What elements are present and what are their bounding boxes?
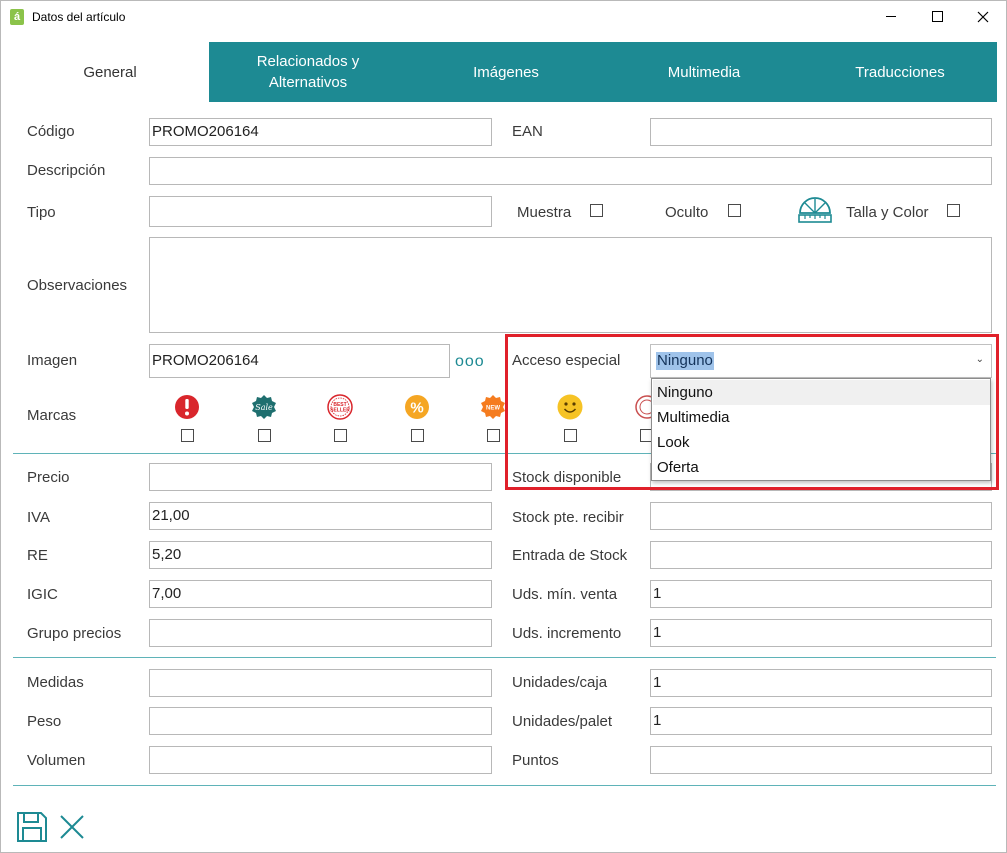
close-icon: [977, 11, 989, 23]
mark-new-checkbox[interactable]: [487, 429, 500, 442]
svg-text:Sale: Sale: [255, 403, 273, 412]
entrada-stock-input[interactable]: [650, 541, 992, 569]
tab-imagenes[interactable]: Imágenes: [407, 42, 605, 102]
oculto-checkbox[interactable]: [728, 204, 741, 217]
entrada-stock-label: Entrada de Stock: [512, 547, 628, 564]
window-title: Datos del artículo: [32, 10, 126, 24]
exclamation-icon: [175, 395, 199, 419]
tab-relacionados[interactable]: Relacionados y Alternativos: [209, 42, 407, 102]
uds-incremento-input[interactable]: 1: [650, 619, 992, 647]
codigo-label: Código: [27, 123, 75, 140]
precio-label: Precio: [27, 469, 70, 486]
puntos-input[interactable]: [650, 746, 992, 774]
descripcion-input[interactable]: [149, 157, 992, 185]
volumen-input[interactable]: [149, 746, 492, 774]
talla-color-label: Talla y Color: [846, 204, 929, 221]
re-input[interactable]: 5,20: [149, 541, 492, 569]
uds-min-venta-input[interactable]: 1: [650, 580, 992, 608]
mark-best-seller-checkbox[interactable]: [334, 429, 347, 442]
re-label: RE: [27, 547, 48, 564]
iva-input[interactable]: 21,00: [149, 502, 492, 530]
unidades-palet-label: Unidades/palet: [512, 713, 613, 730]
sale-badge-icon: Sale: [252, 395, 276, 419]
svg-text:SELLER: SELLER: [330, 408, 350, 414]
ruler-fan-icon: [798, 197, 832, 223]
stock-pte-label: Stock pte. recibir: [512, 509, 624, 526]
stock-pte-input[interactable]: [650, 502, 992, 530]
muestra-label: Muestra: [517, 204, 572, 221]
uds-min-venta-label: Uds. mín. venta: [512, 586, 618, 603]
svg-text:%: %: [410, 400, 423, 417]
observaciones-label: Observaciones: [27, 277, 128, 294]
ean-label: EAN: [512, 123, 543, 140]
puntos-label: Puntos: [512, 752, 559, 769]
precio-input[interactable]: [149, 463, 492, 491]
observaciones-textarea[interactable]: [149, 237, 992, 333]
medidas-input[interactable]: [149, 669, 492, 697]
tipo-label: Tipo: [27, 204, 56, 221]
muestra-checkbox[interactable]: [590, 204, 603, 217]
peso-label: Peso: [27, 713, 62, 730]
volumen-label: Volumen: [27, 752, 86, 769]
save-icon[interactable]: [16, 811, 48, 843]
grupo-precios-input[interactable]: [149, 619, 492, 647]
minimize-button[interactable]: [868, 1, 914, 33]
unidades-caja-label: Unidades/caja: [512, 674, 608, 691]
oculto-label: Oculto: [665, 204, 709, 221]
unidades-palet-input[interactable]: 1: [650, 707, 992, 735]
mark-exclamation-checkbox[interactable]: [181, 429, 194, 442]
mark-sale-checkbox[interactable]: [258, 429, 271, 442]
igic-label: IGIC: [27, 586, 58, 603]
tab-general[interactable]: General: [11, 42, 209, 102]
highlight-annotation: [505, 334, 999, 490]
cancel-icon[interactable]: [59, 814, 85, 840]
uds-incremento-label: Uds. incremento: [512, 625, 622, 642]
imagen-input[interactable]: PROMO206164: [149, 344, 450, 378]
descripcion-label: Descripción: [27, 162, 106, 179]
iva-label: IVA: [27, 509, 51, 526]
section-divider: [13, 785, 996, 786]
imagen-label: Imagen: [27, 352, 78, 369]
close-window-button[interactable]: [960, 1, 1006, 33]
peso-input[interactable]: [149, 707, 492, 735]
new-badge-icon: NEW: [481, 395, 505, 419]
section-divider: [13, 657, 996, 658]
igic-input[interactable]: 7,00: [149, 580, 492, 608]
codigo-input[interactable]: PROMO206164: [149, 118, 492, 146]
tipo-input[interactable]: [149, 196, 492, 227]
medidas-label: Medidas: [27, 674, 84, 691]
tab-multimedia[interactable]: Multimedia: [605, 42, 803, 102]
tab-relacionados-label: Relacionados y Alternativos: [256, 53, 360, 91]
best-seller-icon: BEST SELLER: [327, 394, 353, 420]
grupo-precios-label: Grupo precios: [27, 625, 122, 642]
ean-input[interactable]: [650, 118, 992, 146]
image-browse-button[interactable]: ooo: [455, 353, 485, 371]
unidades-caja-input[interactable]: 1: [650, 669, 992, 697]
mark-percent-checkbox[interactable]: [411, 429, 424, 442]
talla-color-checkbox[interactable]: [947, 204, 960, 217]
tab-traducciones[interactable]: Traducciones: [803, 42, 997, 102]
percent-icon: %: [405, 395, 429, 419]
svg-text:NEW: NEW: [486, 406, 500, 412]
marcas-label: Marcas: [27, 407, 77, 424]
tab-bar: General Relacionados y Alternativos Imág…: [11, 42, 997, 102]
app-icon: á: [10, 9, 24, 25]
dialog-window: á Datos del artículo General Relacionado…: [0, 0, 1007, 853]
title-bar: á Datos del artículo: [1, 1, 1006, 33]
maximize-button[interactable]: [914, 1, 960, 33]
